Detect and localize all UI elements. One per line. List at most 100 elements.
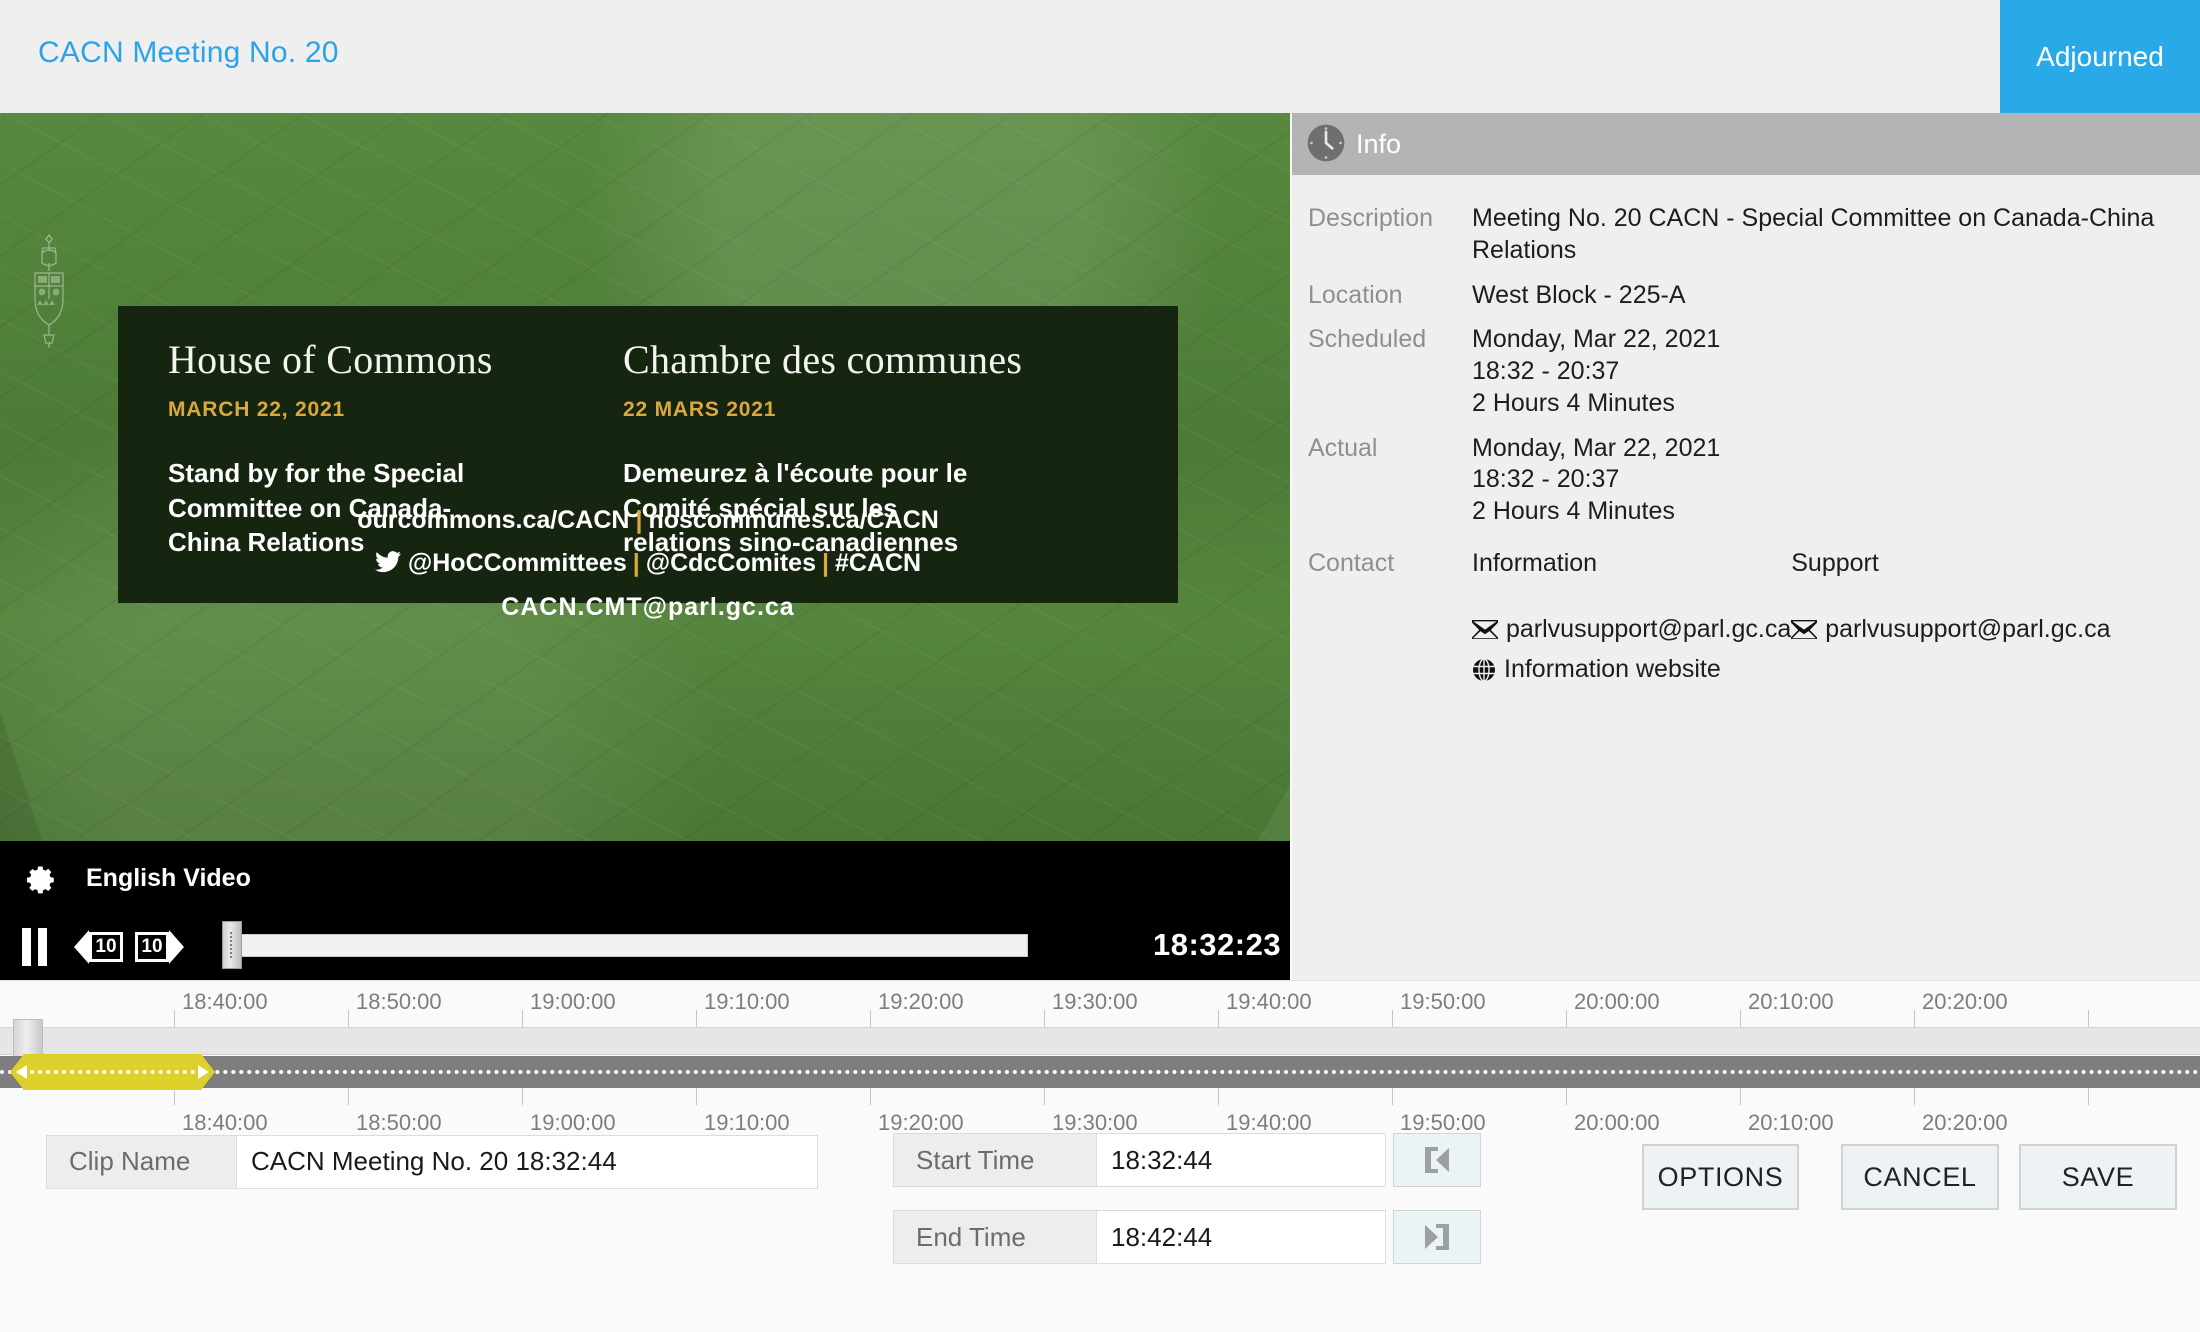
contact-heading: Information [1472, 548, 1598, 577]
skip-forward-10-button[interactable]: 10 [135, 930, 184, 964]
timeline-tick: 20:00:00 [1566, 981, 1660, 1027]
timeline-tick-line [1566, 1010, 1567, 1027]
pause-button[interactable] [22, 927, 52, 967]
info-value-line: 18:32 - 20:37 [1472, 465, 1620, 494]
info-label: Description [1308, 204, 1434, 232]
timeline-ruler-bottom: 18:40:00 18:50:00 19:00:00 19:10:00 19:20:00… [0, 1088, 2200, 1135]
end-time-input[interactable]: 18:42:44 [1096, 1210, 1386, 1264]
timeline-tick-label: 20:10:00 [1748, 989, 1834, 1014]
timeline-tick-line [522, 1088, 523, 1105]
slate-email: CACN.CMT@parl.gc.ca [501, 593, 795, 621]
timeline-tick-line [1914, 1010, 1915, 1027]
video-player-surface[interactable]: House of Commons MARCH 22, 2021 Stand by… [0, 113, 1290, 841]
info-value: Monday, Mar 22, 2021 18:32 - 20:37 2 Hou… [1472, 324, 1736, 419]
slate-title-en: House of Commons [168, 337, 493, 382]
timeline-tick-line [1740, 1088, 1741, 1105]
timeline-tick-line [1218, 1088, 1219, 1105]
timeline-tick-line [174, 1088, 175, 1105]
skip-back-10-button[interactable]: 10 [74, 930, 123, 964]
video-slate: House of Commons MARCH 22, 2021 Stand by… [118, 306, 1178, 621]
skip-back-icon [74, 930, 89, 964]
timeline-tick-label: 20:00:00 [1574, 989, 1660, 1014]
gear-icon[interactable] [24, 863, 58, 897]
slate-title-fr: Chambre des communes [623, 337, 1023, 382]
slate-separator-3: | [821, 549, 829, 577]
contact-website-information[interactable]: Information website [1472, 654, 1791, 686]
set-start-time-button[interactable] [1393, 1133, 1481, 1187]
start-time-field: Start Time 18:32:44 [893, 1133, 1481, 1187]
info-panel-body: Description Meeting No. 20 CACN - Specia… [1292, 175, 2200, 708]
timeline[interactable]: 18:40:00 18:50:00 19:00:00 19:10:00 19:20:00… [0, 980, 2200, 1135]
player-controls: English Video 10 10 18:32:23 [0, 841, 1290, 980]
slate-separator: | [635, 506, 643, 534]
timeline-tick: 18:50:00 [348, 1088, 442, 1135]
timeline-tick: 19:20:00 [870, 981, 964, 1027]
options-button[interactable]: OPTIONS [1642, 1144, 1799, 1210]
timeline-tick: 19:30:00 [1044, 1088, 1138, 1135]
info-value-line: West Block - 225-A [1472, 280, 1686, 309]
timeline-ruler-top: 18:40:00 18:50:00 19:00:00 19:10:00 19:20:00… [0, 981, 2200, 1027]
slate-urls: ourcommons.ca/CACN | noscommunes.ca/CACN [118, 506, 1178, 535]
info-value: Meeting No. 20 CACN - Special Committee … [1472, 203, 2170, 267]
timeline-tick-line [2088, 1010, 2089, 1027]
contact-heading: Support [1791, 548, 1879, 577]
slate-social: @HoCCommittees | @CdcComites | #CACN [118, 549, 1178, 578]
parlvu-clip-editor: CACN Meeting No. 20 Adjourned House of C… [0, 0, 2200, 1332]
seek-thumb[interactable] [222, 921, 242, 969]
skip-back-label: 10 [89, 932, 123, 962]
info-value: Information parlvusupport@parl.gc.ca Inf… [1472, 548, 2127, 695]
coat-of-arms-icon [34, 234, 64, 348]
timeline-tick [2088, 981, 2089, 1027]
clip-selection-dots [30, 1070, 195, 1074]
contact-email-information[interactable]: parlvusupport@parl.gc.ca [1472, 614, 1791, 646]
info-label: Location [1308, 280, 1403, 309]
clip-selection-range[interactable] [10, 1054, 215, 1090]
timeline-tick: 19:50:00 [1392, 981, 1486, 1027]
clip-handle-end-icon[interactable] [198, 1065, 209, 1079]
globe-icon [1473, 658, 1495, 682]
timeline-tick: 18:50:00 [348, 981, 442, 1027]
page-title: CACN Meeting No. 20 [38, 36, 339, 69]
timeline-tick-label: 19:20:00 [878, 989, 964, 1014]
status-badge: Adjourned [2000, 0, 2200, 113]
timeline-tick-line [1740, 1010, 1741, 1027]
timeline-tick-line [1218, 1010, 1219, 1027]
set-end-time-button[interactable] [1393, 1210, 1481, 1264]
clip-name-input[interactable]: CACN Meeting No. 20 18:32:44 [236, 1134, 818, 1189]
clip-name-field: Clip Name CACN Meeting No. 20 18:32:44 [46, 1134, 818, 1189]
timeline-tick-line [870, 1088, 871, 1105]
timeline-scrollbar[interactable] [0, 1027, 2200, 1055]
save-button[interactable]: SAVE [2019, 1144, 2177, 1210]
slate-date-fr: 22 MARS 2021 [623, 398, 777, 421]
info-row-location: Location West Block - 225-A [1292, 280, 2200, 312]
contact-email-support[interactable]: parlvusupport@parl.gc.ca [1791, 614, 2111, 646]
timeline-tick-line [522, 1010, 523, 1027]
start-time-input[interactable]: 18:32:44 [1096, 1133, 1386, 1187]
cancel-button[interactable]: CANCEL [1841, 1144, 1999, 1210]
clip-handle-start-icon[interactable] [16, 1065, 27, 1079]
timeline-track[interactable] [0, 1056, 2200, 1088]
timeline-tick: 19:10:00 [696, 1088, 790, 1135]
mark-in-icon [1425, 1147, 1449, 1173]
timeline-tick: 19:40:00 [1218, 1088, 1312, 1135]
timeline-tick-line [1392, 1088, 1393, 1105]
info-row-description: Description Meeting No. 20 CACN - Specia… [1292, 203, 2200, 267]
timeline-tick: 18:40:00 [174, 1088, 268, 1135]
info-value-line: Meeting No. 20 CACN - Special Committee … [1472, 204, 2155, 232]
seek-bar[interactable] [228, 934, 1028, 957]
timeline-tick: 19:00:00 [522, 1088, 616, 1135]
info-label: Contact [1308, 548, 1395, 577]
timeline-tick-line [696, 1010, 697, 1027]
mail-icon [1791, 619, 1818, 639]
timeline-tick-line [1044, 1010, 1045, 1027]
timeline-tick: 20:20:00 [1914, 1088, 2008, 1135]
timeline-tick-line [1392, 1010, 1393, 1027]
info-panel-header: Info [1292, 113, 2200, 175]
skip-forward-label: 10 [135, 932, 169, 962]
timeline-tick-line [1566, 1088, 1567, 1105]
twitter-icon [374, 551, 401, 573]
mail-icon [1472, 619, 1498, 639]
timeline-tick-line [2088, 1088, 2089, 1105]
info-value: Monday, Mar 22, 2021 18:32 - 20:37 2 Hou… [1472, 433, 1736, 528]
info-row-scheduled: Scheduled Monday, Mar 22, 2021 18:32 - 2… [1292, 324, 2200, 419]
